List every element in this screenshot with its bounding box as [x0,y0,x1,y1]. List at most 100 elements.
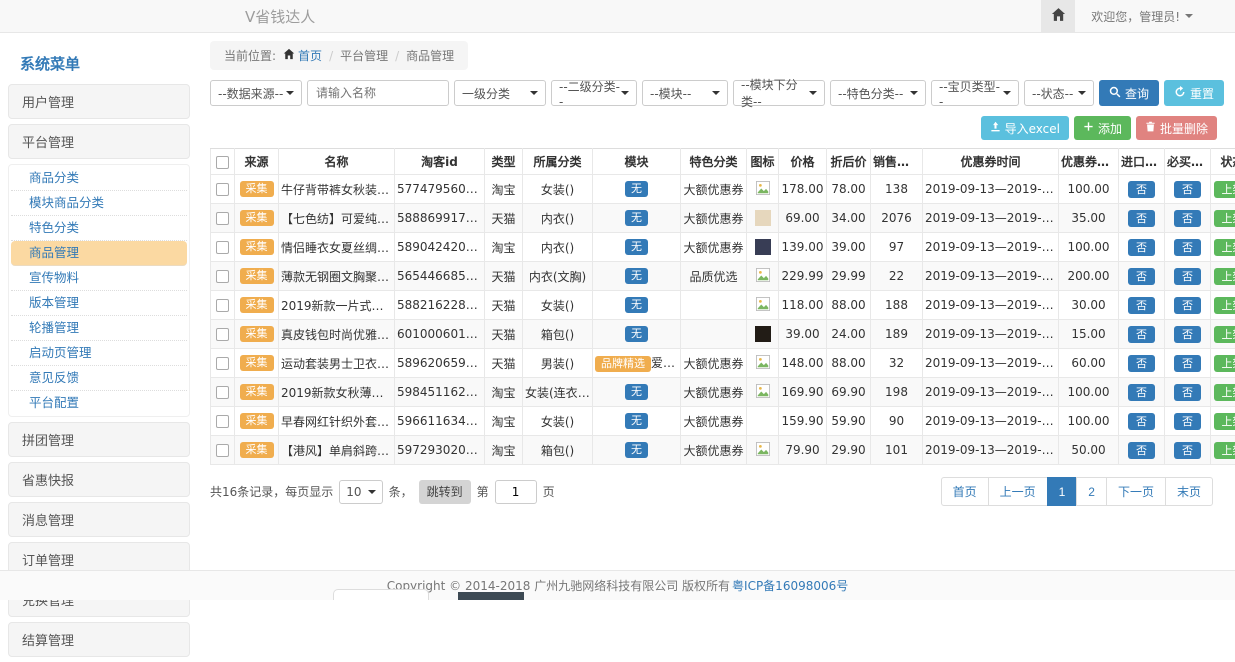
must-buy-toggle-button[interactable]: 否 [1174,210,1201,227]
import-toggle-button[interactable]: 否 [1128,210,1155,227]
sidebar-item[interactable]: 模块商品分类 [11,191,187,216]
must-buy-toggle-button[interactable]: 否 [1174,442,1201,459]
sidebar-item[interactable]: 商品分类 [11,166,187,191]
filter-select[interactable]: --二级分类-- [551,80,637,106]
page-button[interactable]: 首页 [941,477,989,506]
search-button[interactable]: 查询 [1099,80,1159,106]
page-button[interactable]: 1 [1047,477,1078,506]
reset-button[interactable]: 重置 [1164,80,1224,106]
status-button[interactable]: 上架 [1214,384,1235,401]
page-button[interactable]: 2 [1076,477,1107,506]
batch-delete-button[interactable]: 批量删除 [1136,116,1217,140]
breadcrumb-home-link[interactable]: 首页 [283,47,322,64]
filter-select[interactable]: --模块-- [642,80,728,106]
import-toggle-button[interactable]: 否 [1128,384,1155,401]
status-button[interactable]: 上架 [1214,297,1235,314]
must-buy-toggle-button[interactable]: 否 [1174,239,1201,256]
import-toggle-button[interactable]: 否 [1128,355,1155,372]
import-toggle-button[interactable]: 否 [1128,413,1155,430]
row-checkbox[interactable] [216,212,229,225]
page-button[interactable]: 末页 [1165,477,1213,506]
page-button[interactable]: 下一页 [1106,477,1166,506]
status-button[interactable]: 上架 [1214,355,1235,372]
import-toggle-button[interactable]: 否 [1128,181,1155,198]
cell-discount-price: 69.90 [827,378,871,407]
sidebar-item[interactable]: 启动页管理 [11,341,187,366]
status-button[interactable]: 上架 [1214,181,1235,198]
sidebar-item[interactable]: 宣传物料 [11,266,187,291]
status-button[interactable]: 上架 [1214,442,1235,459]
row-checkbox[interactable] [216,270,229,283]
cell-category: 内衣() [523,204,593,233]
sidebar-group[interactable]: 省惠快报 [8,462,190,497]
select-all-checkbox[interactable] [216,156,229,169]
sidebar-item[interactable]: 特色分类 [11,216,187,241]
row-checkbox[interactable] [216,386,229,399]
cell-taoke-id: 588869917501 [395,204,485,233]
cell-price: 148.00 [779,349,827,378]
import-toggle-button[interactable]: 否 [1128,297,1155,314]
filter-select-data-source[interactable]: --数据来源-- [210,80,302,106]
product-thumbnail [755,326,771,342]
caret-down-icon [1003,91,1011,95]
must-buy-toggle-button[interactable]: 否 [1174,413,1201,430]
import-excel-button[interactable]: 导入excel [981,116,1069,140]
source-badge: 采集 [240,239,274,255]
filter-select[interactable]: --特色分类-- [830,80,926,106]
sidebar-item[interactable]: 版本管理 [11,291,187,316]
sidebar-item[interactable]: 意见反馈 [11,366,187,391]
status-button[interactable]: 上架 [1214,413,1235,430]
name-search-input[interactable] [307,80,449,106]
status-button[interactable]: 上架 [1214,239,1235,256]
source-badge: 采集 [240,384,274,400]
row-checkbox[interactable] [216,415,229,428]
must-buy-toggle-button[interactable]: 否 [1174,297,1201,314]
user-menu[interactable]: 欢迎您，管理员! [1075,8,1235,25]
page-number-input[interactable] [495,480,537,504]
filter-select[interactable]: --宝贝类型-- [931,80,1019,106]
sidebar-group[interactable]: 平台管理 [8,124,190,159]
home-button[interactable] [1041,0,1075,32]
page-size-select[interactable]: 10 [339,480,382,504]
must-buy-toggle-button[interactable]: 否 [1174,355,1201,372]
row-checkbox[interactable] [216,299,229,312]
import-toggle-button[interactable]: 否 [1128,239,1155,256]
must-buy-toggle-button[interactable]: 否 [1174,181,1201,198]
import-toggle-button[interactable]: 否 [1128,268,1155,285]
jump-button[interactable]: 跳转到 [419,480,471,504]
row-checkbox[interactable] [216,328,229,341]
import-toggle-button[interactable]: 否 [1128,442,1155,459]
must-buy-toggle-button[interactable]: 否 [1174,268,1201,285]
import-toggle-button[interactable]: 否 [1128,326,1155,343]
cell-type: 淘宝 [485,378,523,407]
status-button[interactable]: 上架 [1214,268,1235,285]
copyright-text: Copyright © 2014-2018 广州九驰网络科技有限公司 版权所有 [387,577,730,594]
add-button[interactable]: 添加 [1074,116,1131,140]
sidebar-group[interactable]: 消息管理 [8,502,190,537]
must-buy-toggle-button[interactable]: 否 [1174,326,1201,343]
cell-must-buy: 否 [1165,233,1211,262]
filter-select[interactable]: --状态-- [1024,80,1094,106]
icp-link[interactable]: 粤ICP备16098006号 [732,577,848,594]
sidebar-item[interactable]: 商品管理 [11,241,187,266]
caret-down-icon [910,91,918,95]
status-button[interactable]: 上架 [1214,326,1235,343]
must-buy-toggle-button[interactable]: 否 [1174,384,1201,401]
row-checkbox[interactable] [216,241,229,254]
sidebar-group[interactable]: 拼团管理 [8,422,190,457]
product-thumbnail [755,239,771,255]
column-header: 类型 [485,149,523,175]
filter-select[interactable]: 一级分类 [454,80,546,106]
cell-checkbox [211,233,235,262]
row-checkbox[interactable] [216,357,229,370]
sidebar-group[interactable]: 用户管理 [8,84,190,119]
sidebar-item[interactable]: 平台配置 [11,391,187,415]
page-button[interactable]: 上一页 [988,477,1048,506]
cell-icon [747,175,779,204]
sidebar-item[interactable]: 轮播管理 [11,316,187,341]
filter-select[interactable]: --模块下分类-- [733,80,825,106]
row-checkbox[interactable] [216,444,229,457]
sidebar-group[interactable]: 结算管理 [8,622,190,657]
status-button[interactable]: 上架 [1214,210,1235,227]
row-checkbox[interactable] [216,183,229,196]
